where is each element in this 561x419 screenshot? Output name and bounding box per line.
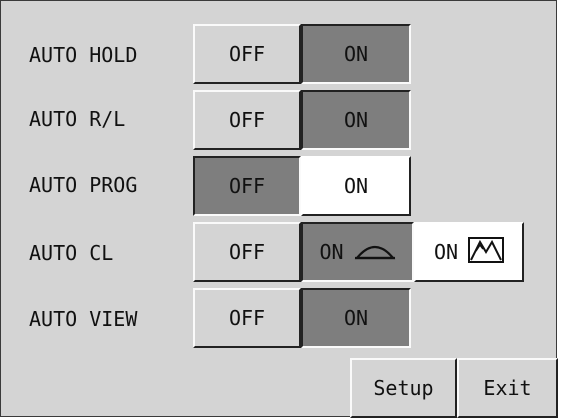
auto-view-on-label: ON (343, 306, 369, 330)
auto-prog-off-label: OFF (228, 174, 266, 198)
auto-cl-off-button[interactable]: OFF (193, 222, 301, 282)
auto-cl-off-label: OFF (228, 240, 266, 264)
exit-button[interactable]: Exit (457, 358, 558, 418)
auto-rl-off-label: OFF (228, 108, 266, 132)
auto-hold-on-label: ON (343, 42, 369, 66)
auto-prog-on-button[interactable]: ON (301, 156, 411, 216)
auto-rl-off-button[interactable]: OFF (193, 90, 301, 150)
setup-button-label: Setup (373, 376, 434, 400)
setup-button[interactable]: Setup (350, 358, 457, 418)
auto-cl-on-mountain-label: ON (433, 240, 459, 264)
auto-cl-on-mountain-button[interactable]: ON (414, 222, 524, 282)
exit-button-label: Exit (483, 376, 532, 400)
settings-panel: AUTO HOLD OFF ON AUTO R/L OFF ON AUTO PR… (0, 0, 558, 418)
auto-view-on-button[interactable]: ON (301, 288, 411, 348)
auto-hold-off-label: OFF (228, 42, 266, 66)
auto-prog-off-button[interactable]: OFF (193, 156, 301, 216)
auto-prog-label: AUTO PROG (29, 173, 138, 197)
auto-hold-on-button[interactable]: ON (301, 24, 411, 84)
auto-view-off-button[interactable]: OFF (193, 288, 301, 348)
auto-hold-label: AUTO HOLD (29, 43, 138, 67)
auto-prog-on-label: ON (343, 174, 369, 198)
auto-cl-label: AUTO CL (29, 241, 114, 265)
auto-hold-off-button[interactable]: OFF (193, 24, 301, 84)
auto-rl-label: AUTO R/L (29, 107, 126, 131)
mountain-lens-icon (468, 236, 505, 268)
dome-lens-icon (354, 238, 396, 267)
auto-view-label: AUTO VIEW (29, 307, 138, 331)
auto-rl-on-label: ON (343, 108, 369, 132)
auto-view-off-label: OFF (228, 306, 266, 330)
auto-cl-on-dome-label: ON (319, 240, 344, 264)
auto-rl-on-button[interactable]: ON (301, 90, 411, 150)
auto-cl-on-dome-button[interactable]: ON (301, 222, 414, 282)
